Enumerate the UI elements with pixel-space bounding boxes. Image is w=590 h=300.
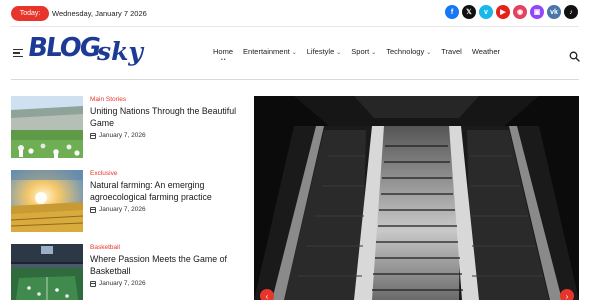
chevron-down-icon: ⌄: [336, 50, 342, 56]
post-card: Basketball Where Passion Meets the Game …: [11, 244, 243, 300]
top-divider: [11, 26, 579, 27]
post-date: January 7, 2026: [90, 206, 146, 213]
twitch-icon[interactable]: ▣: [530, 5, 544, 19]
nav-entertainment[interactable]: Entertainment ⌄: [243, 47, 297, 56]
post-date: January 7, 2026: [90, 132, 146, 139]
social-links: f 𝕏 v ▶ ◉ ▣ vk ♪: [445, 5, 578, 19]
post-title[interactable]: Natural farming: An emerging agroecologi…: [90, 180, 250, 203]
post-category[interactable]: Exclusive: [90, 170, 117, 177]
nav-label: Home: [213, 47, 234, 56]
nav-lifestyle[interactable]: Lifestyle ⌄: [307, 47, 342, 56]
x-icon[interactable]: 𝕏: [462, 5, 476, 19]
today-badge: Today:: [11, 6, 49, 21]
chevron-down-icon: ⌄: [426, 50, 432, 56]
logo-script: sky: [97, 37, 143, 66]
nav-travel[interactable]: Travel: [441, 47, 462, 56]
site-logo[interactable]: BLOG sky: [25, 31, 146, 77]
nav-label: Travel: [441, 47, 462, 56]
logo-wordmark: BLOG: [25, 33, 102, 63]
post-date-text: January 7, 2026: [99, 206, 146, 213]
calendar-icon: [90, 132, 96, 139]
nav-home[interactable]: Home ••: [213, 47, 234, 63]
instagram-icon[interactable]: ◉: [513, 5, 527, 19]
post-category[interactable]: Basketball: [90, 244, 120, 251]
nav-sport[interactable]: Sport ⌄: [351, 47, 376, 56]
active-indicator: ••: [221, 57, 227, 63]
main-nav: Home •• Entertainment ⌄ Lifestyle ⌄ Sport ⌄…: [213, 47, 510, 63]
header-divider: [11, 79, 579, 80]
nav-weather[interactable]: Weather: [472, 47, 500, 56]
calendar-icon: [90, 206, 96, 213]
search-icon[interactable]: [569, 49, 580, 62]
facebook-icon[interactable]: f: [445, 5, 459, 19]
slider-next-button[interactable]: ›: [560, 289, 574, 300]
post-thumbnail[interactable]: [11, 244, 83, 300]
post-card: Exclusive Natural farming: An emerging a…: [11, 170, 243, 234]
current-date: Wednesday, January 7 2026: [52, 9, 147, 18]
calendar-icon: [90, 280, 96, 287]
tiktok-icon[interactable]: ♪: [564, 5, 578, 19]
featured-image: [254, 96, 579, 300]
post-title[interactable]: Where Passion Meets the Game of Basketba…: [90, 254, 250, 277]
youtube-icon[interactable]: ▶: [496, 5, 510, 19]
post-category[interactable]: Main Stories: [90, 96, 126, 103]
post-title[interactable]: Uniting Nations Through the Beautiful Ga…: [90, 106, 250, 129]
slider-prev-button[interactable]: ‹: [260, 289, 274, 300]
post-thumbnail[interactable]: [11, 96, 83, 158]
menu-icon[interactable]: [13, 49, 23, 58]
chevron-down-icon: ⌄: [291, 50, 297, 56]
featured-slider[interactable]: ‹ ›: [254, 96, 579, 300]
post-card: Main Stories Uniting Nations Through the…: [11, 96, 243, 160]
nav-label: Sport: [351, 47, 370, 56]
post-date-text: January 7, 2026: [99, 132, 146, 139]
nav-label: Weather: [471, 47, 501, 56]
nav-label: Technology: [386, 47, 425, 56]
nav-technology[interactable]: Technology ⌄: [386, 47, 431, 56]
top-bar: Today: Wednesday, January 7 2026 f 𝕏 v ▶…: [0, 0, 590, 26]
nav-label: Lifestyle: [306, 47, 335, 56]
nav-label: Entertainment: [243, 47, 290, 56]
post-thumbnail[interactable]: [11, 170, 83, 232]
chevron-down-icon: ⌄: [371, 50, 377, 56]
post-date-text: January 7, 2026: [99, 280, 146, 287]
post-date: January 7, 2026: [90, 280, 146, 287]
vimeo-icon[interactable]: v: [479, 5, 493, 19]
vk-icon[interactable]: vk: [547, 5, 561, 19]
